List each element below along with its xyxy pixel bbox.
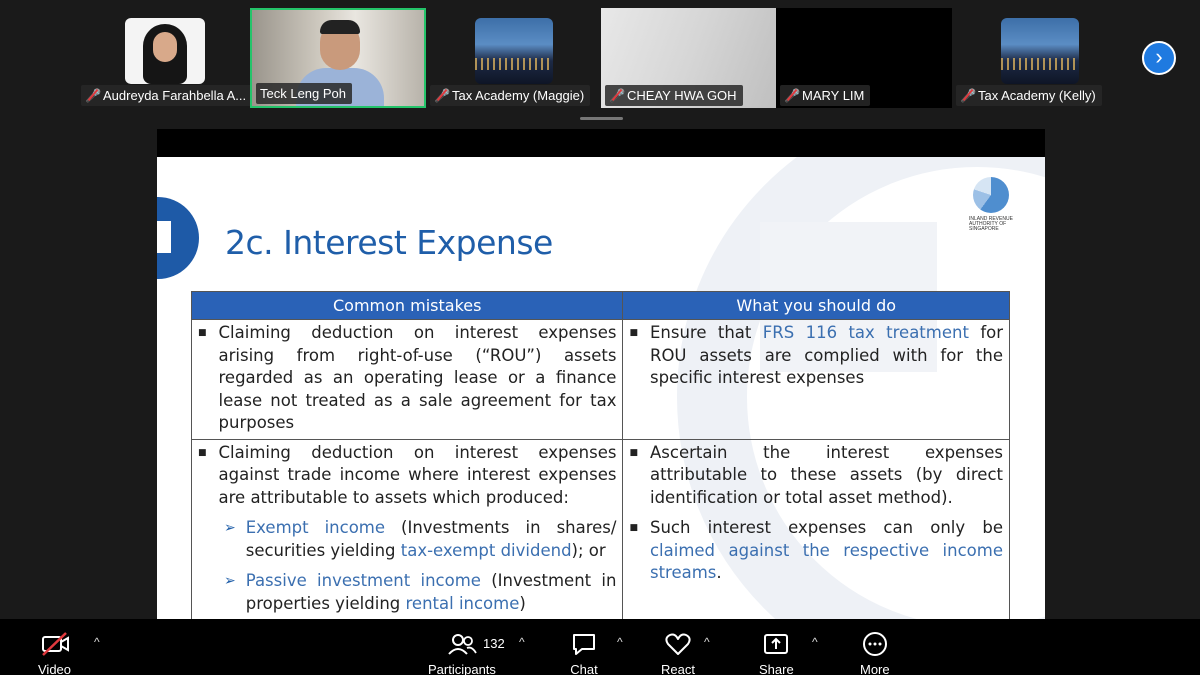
highlight-text: rental income (405, 593, 520, 613)
participant-avatar (125, 18, 205, 84)
share-label: Share (759, 662, 794, 675)
chat-icon (570, 631, 598, 657)
highlight-text: FRS 116 tax treatment (762, 323, 969, 342)
participant-tile[interactable]: 🎤 Audreyda Farahbella A... (77, 8, 253, 108)
participant-name-tag: 🎤 CHEAY HWA GOH (605, 85, 743, 106)
section-marker-icon (157, 197, 199, 279)
participants-options-caret-icon[interactable]: ^ (519, 635, 525, 649)
bullet-icon: ■ (198, 328, 207, 338)
arrow-bullet-icon: ➢ (224, 573, 236, 589)
table-cell: ■ Claiming deduction on interest expenses… (190, 319, 624, 440)
react-button[interactable]: React (661, 631, 695, 675)
participant-name-tag: 🎤 Tax Academy (Maggie) (430, 85, 591, 106)
video-button[interactable]: Video (38, 631, 71, 675)
table-row: ■ Claiming deduction on interest expenses… (190, 438, 1010, 619)
participant-tile[interactable]: 🎤 Tax Academy (Kelly) (952, 8, 1128, 108)
chat-label: Chat (570, 662, 598, 675)
action-text: Ascertain the interest expenses attribut… (649, 442, 1003, 507)
participant-name-tag: 🎤 Tax Academy (Kelly) (956, 85, 1102, 106)
table-header: What you should do (622, 291, 1010, 320)
participant-name: Tax Academy (Kelly) (978, 88, 1096, 103)
meeting-window: 🎤 Audreyda Farahbella A... Teck Leng Poh … (0, 0, 1200, 675)
table-cell: ■ Ensure that FRS 116 tax treatment for R… (622, 319, 1010, 440)
participant-name: Audreyda Farahbella A... (103, 88, 247, 103)
participant-tile[interactable]: 🎤 CHEAY HWA GOH (601, 8, 777, 108)
bullet-icon: ■ (629, 447, 638, 458)
heart-icon (664, 631, 692, 657)
comparison-table: Common mistakes What you should do ■ Clai… (190, 291, 1010, 619)
sub-item: Exempt income (Investments in shares/ se… (246, 517, 617, 562)
participant-tile[interactable]: 🎤 Tax Academy (Maggie) (426, 8, 602, 108)
mic-muted-icon: 🎤 (434, 85, 450, 106)
highlight-text: Exempt income (245, 518, 386, 537)
participant-name-tag: Teck Leng Poh (256, 83, 353, 104)
table-row: ■ Claiming deduction on interest expenses… (190, 319, 1010, 440)
more-label: More (860, 662, 890, 675)
react-label: React (661, 662, 695, 675)
action-text-part: . (716, 563, 722, 582)
share-options-caret-icon[interactable]: ^ (812, 635, 818, 649)
sub-item-part: ) (519, 593, 526, 613)
mic-muted-icon: 🎤 (784, 85, 800, 106)
participants-count: 132 (483, 636, 505, 651)
mistake-text: Claiming deduction on interest expenses … (218, 442, 617, 507)
participant-avatar (1001, 18, 1079, 84)
arrow-bullet-icon: ➢ (224, 520, 236, 536)
video-options-caret-icon[interactable]: ^ (94, 635, 100, 649)
video-off-icon (40, 631, 70, 657)
chat-options-caret-icon[interactable]: ^ (617, 635, 623, 649)
more-dots-icon (861, 631, 889, 657)
participant-tile[interactable]: 🎤 MARY LIM (776, 8, 952, 108)
mic-muted-icon: 🎤 (960, 85, 976, 106)
shared-slide: 2c. Interest Expense INLAND REVENUE AUTH… (157, 157, 1045, 619)
table-cell: ■ Claiming deduction on interest expenses… (190, 438, 624, 619)
mic-muted-icon: 🎤 (85, 85, 101, 106)
action-text-part: Ensure that (649, 323, 763, 342)
participant-name: MARY LIM (802, 88, 865, 103)
meeting-toolbar: Video ^ Participants 132 ^ Chat ^ React … (0, 619, 1200, 675)
share-button[interactable]: Share (759, 631, 794, 675)
action-text-part: Such interest expenses can only be (649, 518, 1003, 537)
share-header-bar (157, 129, 1045, 157)
mistake-text: Claiming deduction on interest expenses … (218, 323, 617, 432)
participants-icon (445, 631, 479, 657)
bullet-icon: ■ (629, 328, 638, 338)
bullet-icon: ■ (629, 523, 638, 533)
more-button[interactable]: More (860, 631, 890, 675)
participants-label: Participants (428, 662, 496, 675)
action-text: Such interest expenses can only be claim… (650, 517, 1003, 585)
participant-name: CHEAY HWA GOH (627, 88, 737, 103)
table-cell: ■ Ascertain the interest expenses attribu… (622, 438, 1010, 619)
sub-item: Passive investment income (Investment in… (246, 570, 617, 615)
highlight-text: tax-exempt dividend (400, 540, 572, 560)
participant-name-tag: 🎤 MARY LIM (780, 85, 871, 106)
mic-muted-icon: 🎤 (609, 85, 625, 106)
highlight-text: claimed against the respective income st… (649, 540, 1003, 583)
highlight-text: Passive investment income (245, 571, 481, 590)
gallery-resize-handle[interactable] (580, 117, 623, 120)
logo-text: INLAND REVENUE AUTHORITY OF SINGAPORE (969, 216, 1013, 232)
share-screen-icon (762, 631, 790, 657)
react-options-caret-icon[interactable]: ^ (704, 635, 710, 649)
participant-name: Teck Leng Poh (260, 86, 347, 101)
next-page-arrow-icon[interactable]: › (1142, 41, 1176, 75)
slide-title: 2c. Interest Expense (225, 223, 553, 262)
participant-name: Tax Academy (Maggie) (452, 88, 585, 103)
iras-logo: INLAND REVENUE AUTHORITY OF SINGAPORE (969, 177, 1029, 237)
participant-name-tag: 🎤 Audreyda Farahbella A... (81, 85, 253, 106)
table-header: Common mistakes (190, 291, 624, 320)
participant-gallery: 🎤 Audreyda Farahbella A... Teck Leng Poh … (0, 0, 1200, 128)
action-text: Ensure that FRS 116 tax treatment for RO… (650, 322, 1003, 390)
sub-item-part: ); or (571, 540, 606, 560)
bullet-icon: ■ (198, 447, 207, 458)
participant-tile-active-speaker[interactable]: Teck Leng Poh (250, 8, 426, 108)
participant-avatar (475, 18, 553, 84)
chat-button[interactable]: Chat (570, 631, 598, 675)
video-label: Video (38, 662, 72, 675)
iras-logo-icon (973, 177, 1009, 213)
